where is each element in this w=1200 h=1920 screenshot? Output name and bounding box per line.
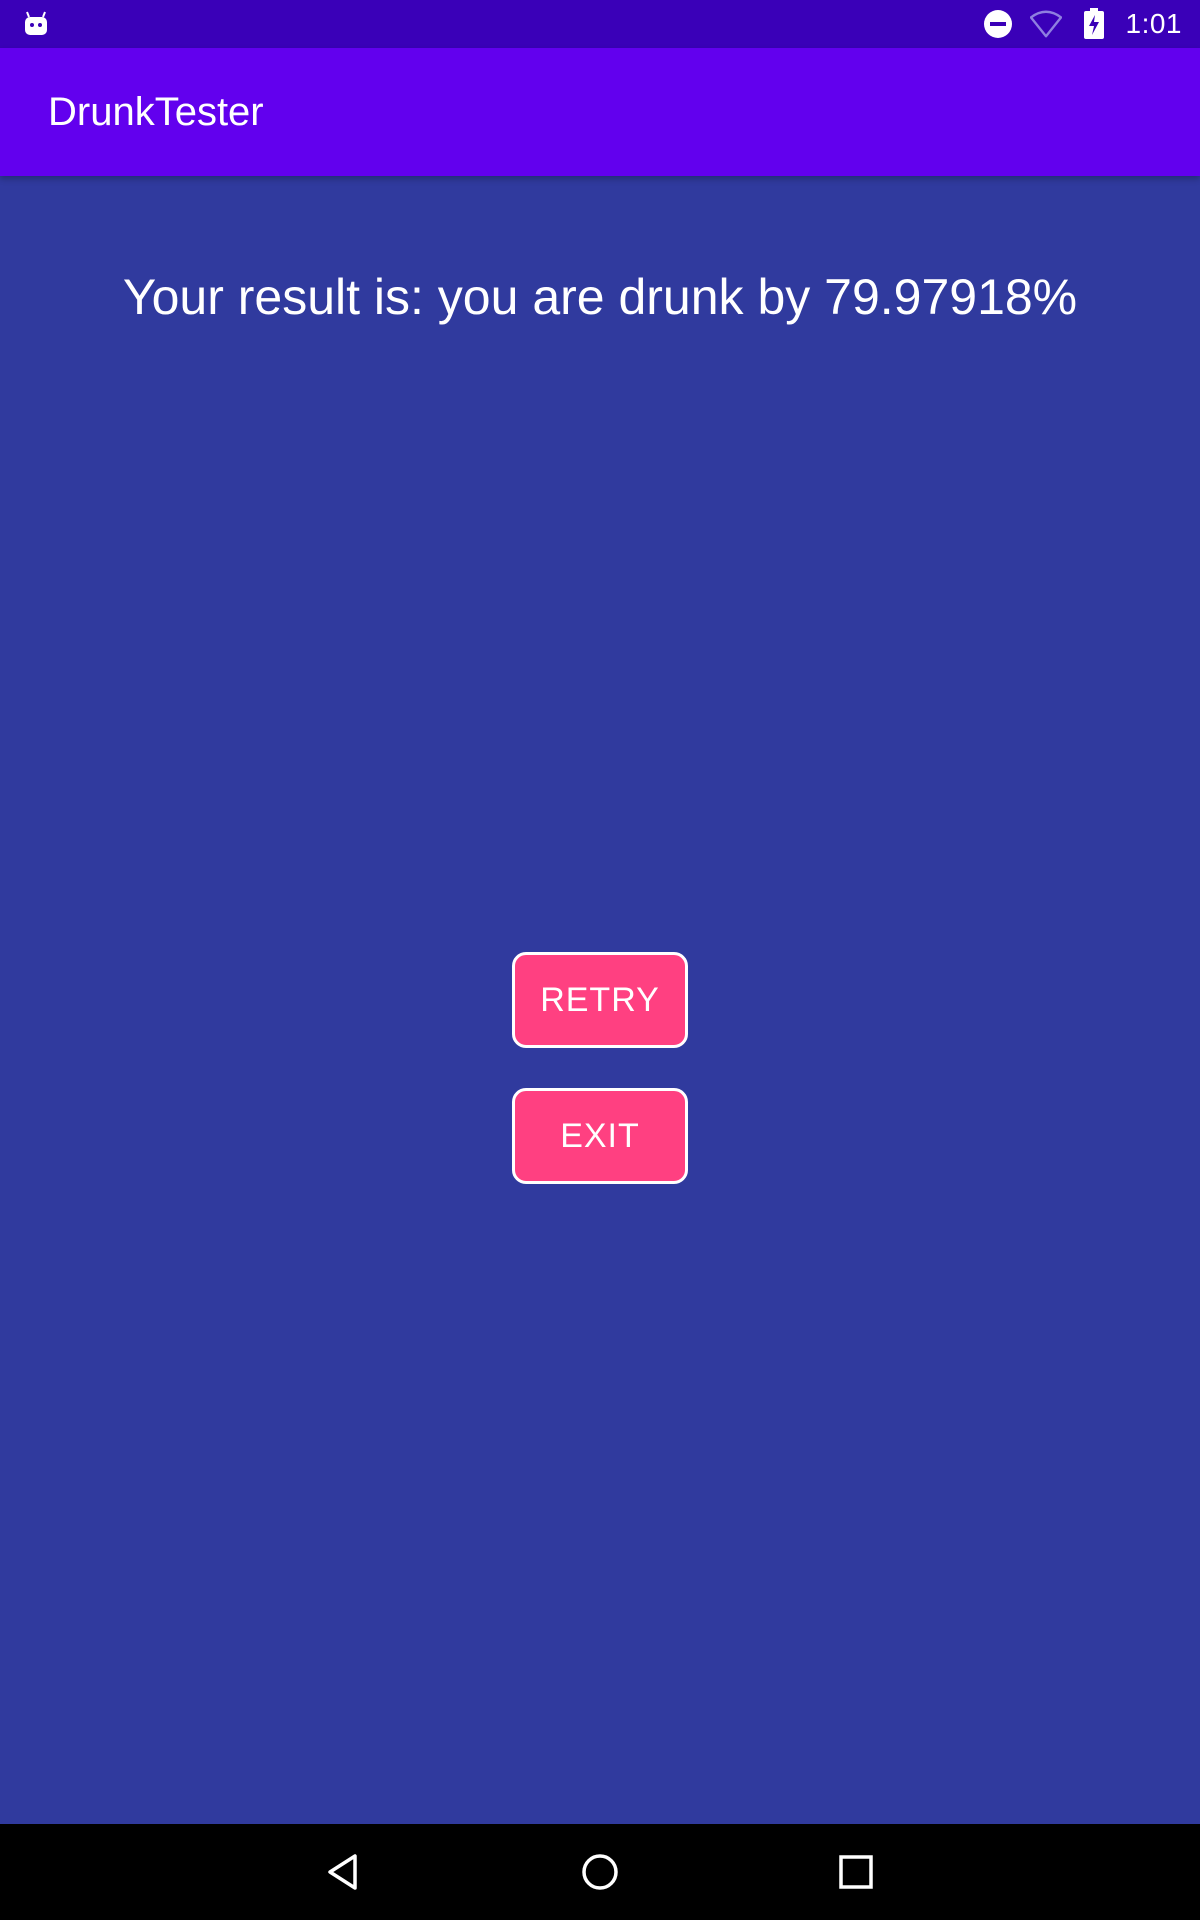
status-bar: 1:01 — [0, 0, 1200, 48]
wifi-icon — [1029, 8, 1062, 40]
status-time: 1:01 — [1125, 8, 1182, 39]
home-icon[interactable] — [576, 1848, 624, 1896]
status-icons: 1:01 — [982, 0, 1183, 48]
result-text: Your result is: you are drunk by 79.9791… — [122, 269, 1078, 325]
app-bar: DrunkTester — [0, 48, 1200, 176]
exit-button[interactable]: EXIT — [512, 1088, 688, 1184]
battery-charging-icon — [1078, 8, 1110, 40]
android-notification-icon — [25, 11, 47, 35]
recents-icon[interactable] — [832, 1848, 880, 1896]
do-not-disturb-icon — [982, 8, 1014, 40]
back-icon[interactable] — [320, 1848, 368, 1896]
app-title: DrunkTester — [48, 90, 264, 134]
navigation-bar — [0, 1824, 1200, 1920]
retry-button[interactable]: RETRY — [512, 952, 688, 1048]
